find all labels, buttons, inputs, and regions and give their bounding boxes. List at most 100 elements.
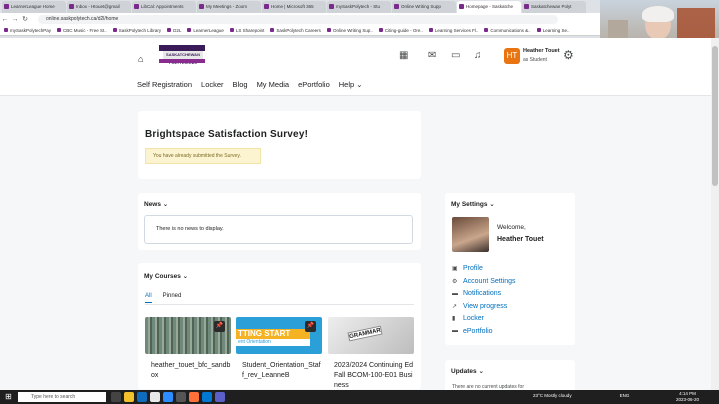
news-title[interactable]: News ⌄ bbox=[144, 200, 168, 208]
bookmark-icon bbox=[187, 28, 192, 32]
profile-photo[interactable] bbox=[452, 217, 489, 252]
nav-item-self-registration[interactable]: Self Registration bbox=[137, 80, 192, 89]
zoom-icon[interactable] bbox=[163, 392, 173, 402]
tab-all[interactable]: All bbox=[145, 293, 152, 303]
tab-strip: LearnerLeague Home Inbox - Htouet@gmail Li… bbox=[0, 0, 600, 13]
courses-title[interactable]: My Courses ⌄ bbox=[144, 272, 188, 280]
taskbar-search[interactable]: Type here to search bbox=[18, 392, 106, 402]
back-icon[interactable]: ← bbox=[0, 16, 10, 23]
edge-icon[interactable] bbox=[202, 392, 212, 402]
favicon-icon bbox=[134, 4, 139, 9]
bookmark-item[interactable]: SaskPolytech Careers bbox=[270, 28, 321, 33]
file-explorer-icon[interactable] bbox=[124, 392, 134, 402]
waffle-icon[interactable]: ▦ bbox=[399, 50, 408, 61]
address-bar-row: ← → ↻ online.saskpolytech.ca/d2l/home bbox=[0, 13, 600, 25]
bookmark-icon bbox=[167, 28, 172, 32]
chevron-down-icon[interactable]: ⌄ bbox=[489, 201, 494, 208]
browser-tab[interactable]: Saskatchewan Polyt bbox=[522, 1, 586, 13]
windows-start-icon[interactable]: ⊞ bbox=[5, 392, 12, 401]
mail-icon[interactable]: ✉ bbox=[428, 50, 436, 61]
settings-link-account-settings[interactable]: ⚙ Account Settings bbox=[452, 277, 516, 287]
chat-icon[interactable]: ▭ bbox=[451, 50, 460, 61]
nav-item-blog[interactable]: Blog bbox=[233, 80, 248, 89]
updates-title[interactable]: Updates ⌄ bbox=[451, 367, 484, 375]
news-empty: There is no news to display. bbox=[144, 215, 413, 244]
course-name[interactable]: Student_Orientation_Staff_rev_LeanneB bbox=[242, 361, 322, 381]
bookmark-item[interactable]: Learning Services Fl.. bbox=[428, 28, 478, 33]
survey-title: Brightspace Satisfaction Survey! bbox=[145, 129, 309, 140]
bookmark-icon bbox=[326, 28, 331, 32]
taskbar-clock[interactable]: 4:14 PM 2023-06-20 bbox=[676, 391, 699, 403]
institution-logo[interactable]: SASKATCHEWAN POLYTECHNIC bbox=[159, 45, 205, 65]
chevron-down-icon[interactable]: ⌄ bbox=[478, 368, 483, 375]
chevron-down-icon[interactable]: ⌄ bbox=[183, 273, 188, 280]
favicon-icon bbox=[199, 4, 204, 9]
browser-tab[interactable]: Homepage - Saskatche bbox=[457, 1, 521, 13]
welcome-text: Welcome, bbox=[497, 224, 526, 231]
bookmark-icon bbox=[112, 28, 117, 32]
courses-widget: My Courses ⌄ All Pinned 📌 heather_touet_… bbox=[138, 263, 421, 389]
firefox-icon[interactable] bbox=[189, 392, 199, 402]
bookmark-item[interactable]: D2L bbox=[167, 28, 181, 33]
course-tile[interactable]: TTING START ent Orientation 📌 Student_Or… bbox=[236, 317, 322, 389]
bookmark-item[interactable]: CBC Music - Free St.. bbox=[57, 28, 107, 33]
course-name[interactable]: heather_touet_bfc_sandbox bbox=[151, 361, 231, 381]
reload-icon[interactable]: ↻ bbox=[20, 15, 30, 23]
browser-tab[interactable]: My Meetings - Zoom bbox=[197, 1, 261, 13]
course-name[interactable]: 2023/2024 Continuing Ed Fall BCOM-100-E0… bbox=[334, 361, 414, 389]
bookmark-item[interactable]: Communications &.. bbox=[484, 28, 531, 33]
url-input[interactable]: online.saskpolytech.ca/d2l/home bbox=[38, 14, 558, 24]
bookmark-item[interactable]: LearnerLeague bbox=[187, 28, 224, 33]
bookmarks-bar: mySaskPolytechPay CBC Music - Free St.. Sa… bbox=[0, 25, 600, 36]
settings-link-notifications[interactable]: ▬ Notifications bbox=[452, 289, 516, 299]
page-scrollbar[interactable] bbox=[711, 38, 719, 390]
settings-link-profile[interactable]: ▣ Profile bbox=[452, 264, 516, 274]
bookmark-icon bbox=[536, 28, 541, 32]
tab-pinned[interactable]: Pinned bbox=[163, 293, 182, 303]
site-header: ⌂ SASKATCHEWAN POLYTECHNIC ▦ ✉ ▭ ♫ HT He… bbox=[0, 38, 711, 96]
chart-icon: ↗ bbox=[452, 303, 458, 310]
app-icon[interactable] bbox=[176, 392, 186, 402]
pin-icon[interactable]: 📌 bbox=[214, 321, 225, 332]
settings-link-view-progress[interactable]: ↗ View progress bbox=[452, 302, 516, 312]
updates-widget: Updates ⌄ There are no current updates f… bbox=[445, 360, 575, 394]
task-view-icon[interactable] bbox=[111, 392, 121, 402]
settings-link-locker[interactable]: ▮ Locker bbox=[452, 314, 516, 324]
course-tile[interactable]: 📌 heather_touet_bfc_sandbox bbox=[145, 317, 231, 389]
browser-tab[interactable]: LibCal: Appointments bbox=[132, 1, 196, 13]
teams-icon[interactable] bbox=[215, 392, 225, 402]
settings-link-eportfolio[interactable]: ▬ ePortfolio bbox=[452, 327, 516, 337]
nav-item-locker[interactable]: Locker bbox=[201, 80, 224, 89]
browser-tab[interactable]: Home | Microsoft 365 bbox=[262, 1, 326, 13]
nav-item-my-media[interactable]: My Media bbox=[257, 80, 290, 89]
favicon-icon bbox=[264, 4, 269, 9]
bookmark-item[interactable]: Citing-guide - Ore.. bbox=[378, 28, 423, 33]
course-image: 📌 bbox=[145, 317, 231, 354]
chevron-down-icon[interactable]: ⌄ bbox=[356, 80, 362, 89]
user-name[interactable]: Heather Touet bbox=[523, 48, 560, 54]
bell-icon[interactable]: ♫ bbox=[474, 50, 482, 61]
bookmark-item[interactable]: Learning Se.. bbox=[536, 28, 569, 33]
browser-tab[interactable]: Online Writing Supp bbox=[392, 1, 456, 13]
weather-text[interactable]: 23°C Mostly cloudy bbox=[533, 393, 572, 398]
user-avatar[interactable]: HT bbox=[504, 48, 520, 64]
nav-item-help[interactable]: Help bbox=[339, 80, 354, 89]
forward-icon[interactable]: → bbox=[10, 16, 20, 23]
bookmark-item[interactable]: SaskPolytech Library bbox=[112, 28, 161, 33]
pin-icon[interactable]: 📌 bbox=[305, 321, 316, 332]
language-indicator[interactable]: ENG bbox=[620, 393, 630, 398]
outlook-icon[interactable] bbox=[137, 392, 147, 402]
chrome-icon[interactable] bbox=[150, 392, 160, 402]
nav-item-eportfolio[interactable]: ePortfolio bbox=[298, 80, 330, 89]
settings-title[interactable]: My Settings ⌄ bbox=[451, 200, 495, 208]
home-icon[interactable]: ⌂ bbox=[138, 54, 143, 64]
bookmark-item[interactable]: mySaskPolytechPay bbox=[4, 28, 51, 33]
bookmark-item[interactable]: LS Sharepoint bbox=[229, 28, 264, 33]
browser-tab[interactable]: LearnerLeague Home bbox=[2, 1, 66, 13]
chevron-down-icon[interactable]: ⌄ bbox=[163, 201, 168, 208]
gear-icon[interactable]: ⚙ bbox=[563, 48, 574, 62]
browser-tab[interactable]: mySaskPolytech - Stu bbox=[327, 1, 391, 13]
browser-tab[interactable]: Inbox - Htouet@gmail bbox=[67, 1, 131, 13]
bookmark-item[interactable]: Online Writing Sup.. bbox=[326, 28, 373, 33]
course-tile[interactable]: GRAMMAR 2023/2024 Continuing Ed Fall BCO… bbox=[328, 317, 414, 389]
